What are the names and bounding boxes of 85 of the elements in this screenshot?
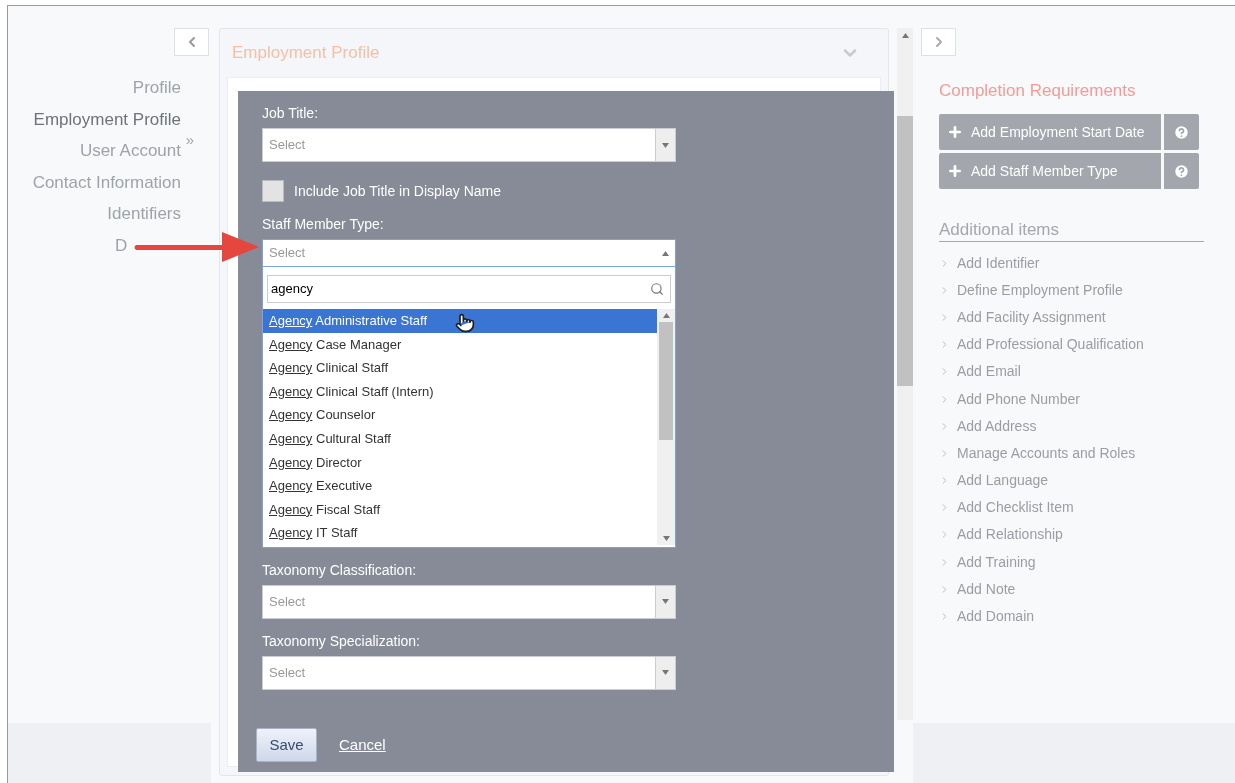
- additional-item-link[interactable]: Add Checklist Item: [939, 494, 1211, 522]
- caret-icon: [662, 670, 669, 676]
- caret-icon: [662, 142, 669, 148]
- help-button[interactable]: [1164, 152, 1199, 189]
- sidebar-item[interactable]: User Account: [79, 139, 181, 163]
- sidebar-item[interactable]: Identifiers: [107, 202, 181, 226]
- section-title: Additional items: [939, 218, 1204, 242]
- additional-item-link[interactable]: Add Language: [939, 467, 1211, 495]
- field-label: Taxonomy Classification:: [262, 560, 418, 580]
- requirement-button[interactable]: Add Staff Member Type: [939, 152, 1161, 189]
- help-icon: [1173, 162, 1190, 180]
- scroll-up-icon: [662, 313, 670, 318]
- select-placeholder: Select: [268, 244, 307, 263]
- option-text: Agency Clinical Staff: [269, 359, 388, 378]
- additional-item-link[interactable]: Add Relationship: [939, 521, 1211, 549]
- option-text: Agency Executive: [269, 477, 373, 496]
- select-field[interactable]: Select: [262, 584, 676, 619]
- checkbox[interactable]: [262, 180, 284, 202]
- dropdown-option[interactable]: Agency Clinical Staff: [263, 356, 657, 380]
- dropdown-option[interactable]: Agency Administrative Staff: [263, 309, 657, 333]
- sidebar-item[interactable]: Profile: [132, 76, 181, 99]
- dropdown-option[interactable]: Agency IT Staff: [263, 521, 657, 545]
- additional-item-link[interactable]: Add Note: [939, 575, 1211, 603]
- field-label: Taxonomy Specialization:: [262, 631, 421, 651]
- select-placeholder: Select: [268, 593, 307, 612]
- select-field[interactable]: Select: [262, 128, 676, 162]
- plus-icon: [947, 162, 963, 179]
- select-placeholder: Select: [268, 136, 307, 155]
- dropdown-toggle[interactable]: [655, 656, 675, 689]
- panel-title: Employment Profile: [232, 42, 380, 65]
- select-field[interactable]: Select: [262, 239, 676, 267]
- additional-item-link[interactable]: Add Training: [939, 548, 1211, 576]
- help-icon: [1173, 123, 1190, 141]
- option-text: Agency Case Manager: [269, 335, 402, 354]
- dropdown-option[interactable]: Agency Director: [263, 450, 657, 475]
- cancel-link[interactable]: Cancel: [339, 733, 386, 757]
- additional-item-link[interactable]: Add Phone Number: [939, 385, 1211, 413]
- dropdown-option[interactable]: Agency Counselor: [263, 403, 657, 427]
- dropdown-option[interactable]: Agency Clinical Staff (Intern): [263, 379, 657, 404]
- additional-item-link[interactable]: Add Address: [939, 412, 1211, 440]
- additional-item-link[interactable]: Add Domain: [939, 602, 1211, 631]
- caret-icon: [662, 599, 669, 605]
- hand-pointer-icon: [455, 313, 475, 333]
- dropdown-option[interactable]: Agency Cultural Staff: [263, 426, 657, 451]
- additional-item-link[interactable]: Manage Accounts and Roles: [939, 439, 1211, 467]
- dropdown-toggle[interactable]: [655, 585, 675, 618]
- additional-item-link[interactable]: Add Email: [939, 358, 1211, 386]
- option-text: Agency Fiscal Staff: [269, 500, 381, 519]
- dropdown-option[interactable]: Agency Case Manager: [263, 332, 657, 357]
- option-text: Agency Cultural Staff: [269, 430, 391, 448]
- chevron-right-icon: [939, 502, 950, 514]
- select-field[interactable]: Select: [262, 655, 676, 690]
- expand-marker: »: [185, 130, 194, 151]
- additional-item-link[interactable]: Define Employment Profile: [939, 276, 1211, 304]
- option-text: Agency Administrative Staff: [269, 312, 428, 331]
- additional-item-link[interactable]: Add Identifier: [939, 249, 1211, 277]
- collapse-button[interactable]: [174, 28, 209, 56]
- scroll-up-icon: [901, 33, 909, 38]
- help-button[interactable]: [1164, 113, 1199, 150]
- search-text: agency: [271, 280, 314, 299]
- option-text: Agency IT Staff: [269, 524, 358, 543]
- option-text: Agency Director: [269, 453, 362, 472]
- option-text: Agency Clinical Staff (Intern): [269, 382, 434, 401]
- dropdown-option[interactable]: Agency Executive: [263, 474, 657, 498]
- dropdown-toggle[interactable]: [655, 129, 675, 161]
- sidebar-item[interactable]: Contact Information: [32, 170, 181, 194]
- sidebar-item[interactable]: Employment Profile: [33, 107, 181, 131]
- section-title: Completion Requirements: [939, 80, 1137, 102]
- field-label: Job Title:: [262, 104, 320, 123]
- select-placeholder: Select: [268, 664, 307, 683]
- requirement-button[interactable]: Add Employment Start Date: [939, 113, 1161, 150]
- option-text: Agency Counselor: [269, 406, 376, 425]
- dropdown-option[interactable]: Agency Fiscal Staff: [263, 497, 657, 522]
- scroll-down-icon: [662, 535, 670, 541]
- sidebar-item[interactable]: D: [115, 233, 181, 257]
- plus-icon: [947, 123, 963, 140]
- additional-item-link[interactable]: Add Professional Qualification: [939, 331, 1211, 359]
- search-field[interactable]: agency: [267, 275, 671, 303]
- save-button[interactable]: Save: [256, 727, 317, 762]
- field-label: Staff Member Type:: [262, 215, 385, 234]
- search-icon: [650, 282, 664, 296]
- additional-item-link[interactable]: Add Facility Assignment: [939, 303, 1211, 332]
- caret-icon: [661, 250, 669, 256]
- expand-button[interactable]: [921, 28, 956, 56]
- checkbox-label: Include Job Title in Display Name: [294, 181, 501, 201]
